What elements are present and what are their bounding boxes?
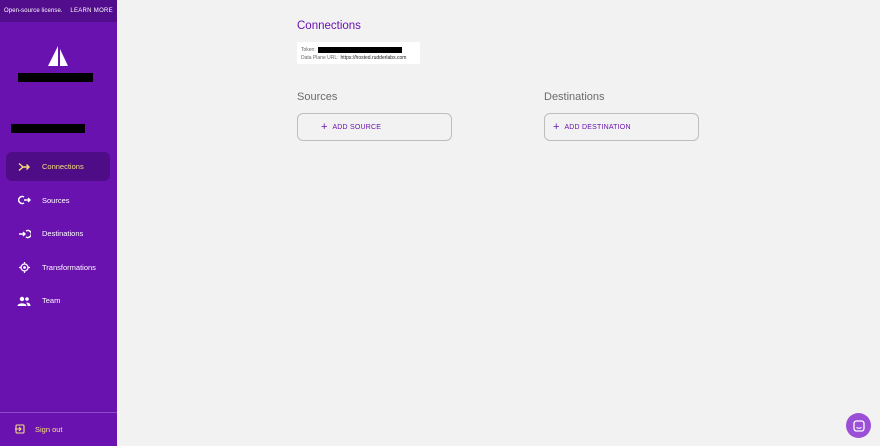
redacted-user-name <box>11 124 85 133</box>
sidebar-item-label: Team <box>42 296 61 305</box>
destinations-icon <box>13 229 35 239</box>
sidebar: Open-source license. LEARN MORE Connecti… <box>0 0 117 446</box>
destinations-section-title: Destinations <box>544 91 605 103</box>
chat-launcher-button[interactable] <box>846 413 871 438</box>
sidebar-item-label: Transformations <box>42 262 96 272</box>
transformations-icon <box>13 261 35 273</box>
add-source-button[interactable]: + ADD SOURCE <box>297 113 452 141</box>
token-label: Token: <box>301 47 316 53</box>
sign-out-button[interactable]: Sign out <box>0 412 117 446</box>
add-source-label: ADD SOURCE <box>332 123 382 131</box>
page-title: Connections <box>297 20 361 32</box>
plus-icon: + <box>553 120 560 133</box>
redacted-token <box>317 47 402 53</box>
add-destination-button[interactable]: + ADD DESTINATION <box>544 113 699 141</box>
plus-icon: + <box>321 120 328 133</box>
sidebar-item-transformations[interactable]: Transformations <box>6 253 110 282</box>
sidebar-item-destinations[interactable]: Destinations <box>6 219 110 248</box>
sign-out-label: Sign out <box>35 425 63 434</box>
data-plane-row: Data Plane URL: https://hosted.rudderlab… <box>301 54 416 62</box>
license-bar: Open-source license. LEARN MORE <box>0 0 117 22</box>
sidebar-item-label: Connections <box>42 162 84 171</box>
sidebar-nav: Connections Sources Destinations Transfo… <box>0 152 117 320</box>
connections-icon <box>13 162 35 172</box>
main-content: Connections Token: Data Plane URL: https… <box>117 0 880 446</box>
sidebar-item-label: Destinations <box>42 229 84 238</box>
sidebar-item-label: Sources <box>42 195 70 205</box>
token-card: Token: Data Plane URL: https://hosted.ru… <box>297 42 420 64</box>
chat-icon <box>852 419 865 432</box>
sign-out-icon <box>15 421 25 439</box>
sidebar-item-sources[interactable]: Sources <box>6 186 110 215</box>
team-icon <box>13 296 35 306</box>
add-destination-label: ADD DESTINATION <box>564 123 631 131</box>
learn-more-link[interactable]: LEARN MORE <box>70 8 113 14</box>
sources-icon <box>13 195 35 205</box>
token-row: Token: <box>301 46 416 54</box>
data-plane-label: Data Plane URL: <box>301 55 339 61</box>
redacted-workspace-name <box>18 73 93 82</box>
sidebar-item-connections[interactable]: Connections <box>6 152 110 181</box>
sidebar-item-team[interactable]: Team <box>6 286 110 315</box>
sources-section-title: Sources <box>297 91 338 103</box>
data-plane-url[interactable]: https://hosted.rudderlabs.com <box>341 54 407 62</box>
license-text: Open-source license. <box>4 8 63 14</box>
logo-icon <box>48 46 68 66</box>
